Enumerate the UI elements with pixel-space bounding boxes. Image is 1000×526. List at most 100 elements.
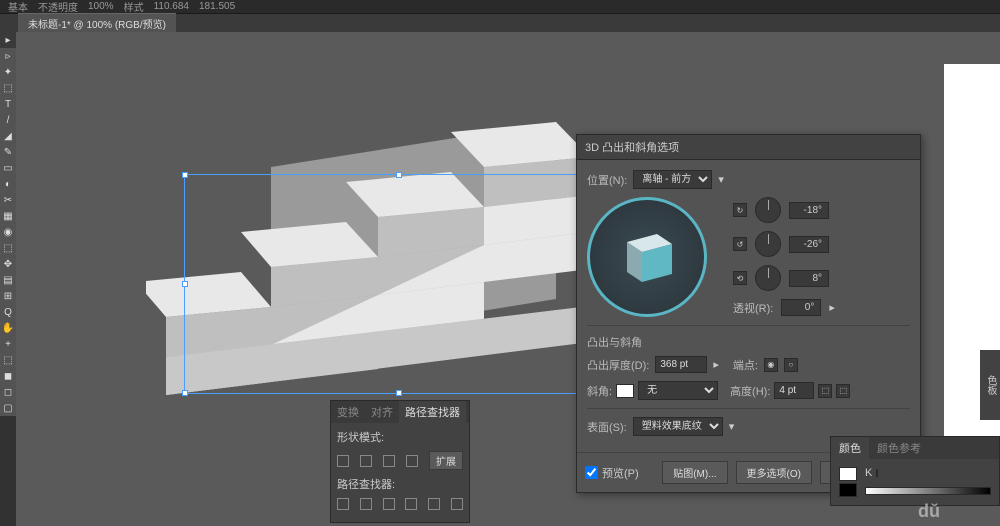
crop-icon[interactable] [405,498,417,510]
stepper-icon[interactable]: ▸ [829,301,835,314]
direct-selection-tool[interactable]: ▹ [0,48,16,64]
grayscale-slider[interactable] [865,487,991,495]
selection-tool[interactable]: ▸ [0,32,16,48]
rotation-z-value[interactable]: 8° [789,270,829,287]
tab-color[interactable]: 颜色 [831,437,869,459]
rotation-y-dial[interactable] [755,231,781,257]
tab-pathfinder[interactable]: 路径查找器 [399,401,466,423]
tab-transform[interactable]: 变换 [331,401,365,423]
rectangle-tool[interactable]: ▭ [0,160,16,176]
tab-color-guide[interactable]: 颜色参考 [869,437,929,459]
dialog-title: 3D 凸出和斜角选项 [577,135,920,160]
surface-label: 表面(S): [587,419,627,435]
graph-tool[interactable]: ◻ [0,384,16,400]
perspective-label: 透视(R): [733,300,773,316]
swatches-collapsed-panel[interactable]: 色板 [980,350,1000,420]
axis-y-icon: ↺ [733,237,747,251]
line-tool[interactable]: / [0,112,16,128]
depth-input[interactable] [655,356,707,373]
pen-tool[interactable]: ◢ [0,128,16,144]
cap-off-icon[interactable]: ○ [784,358,798,372]
free-transform-tool[interactable]: ✥ [0,256,16,272]
bevel-in-icon[interactable]: ⬚ [818,384,832,398]
bbox-handle-tc[interactable] [396,172,402,178]
blend-tool[interactable]: ⬚ [0,352,16,368]
intersect-icon[interactable] [383,455,395,467]
bbox-handle-tl[interactable] [182,172,188,178]
height-input[interactable] [774,382,814,399]
trim-icon[interactable] [360,498,372,510]
magic-wand-tool[interactable]: ✦ [0,64,16,80]
position-label: 位置(N): [587,172,627,188]
preview-checkbox[interactable]: 预览(P) [585,465,639,481]
bevel-out-icon[interactable]: ⬚ [836,384,850,398]
opt-item: 样式 [124,0,144,14]
scissors-tool[interactable]: ✂ [0,192,16,208]
document-tabs: 未标题-1* @ 100% (RGB/预览) [0,14,1000,32]
merge-icon[interactable] [383,498,395,510]
rotation-x-value[interactable]: -18° [789,202,829,219]
rotation-z-dial[interactable] [755,265,781,291]
fill-swatch[interactable] [839,467,857,481]
options-bar: 基本 不透明度 100% 样式 110.684 181.505 [0,0,1000,14]
more-options-button[interactable]: 更多选项(O) [736,461,812,484]
type-tool[interactable]: T [0,96,16,112]
surface-select[interactable]: 塑料效果底纹 [633,417,723,436]
stroke-swatch[interactable] [839,483,857,497]
color-slider[interactable] [876,469,878,477]
bbox-handle-bl[interactable] [182,390,188,396]
brush-tool[interactable]: ◐ [0,176,16,192]
selection-bounding-box[interactable] [184,174,614,394]
perspective-value[interactable]: 0° [781,299,821,316]
height-label: 高度(H): [730,383,770,399]
rotation-preview-cube[interactable] [587,197,707,317]
toolbox: ▸ ▹ ✦ ⬚ T / ◢ ✎ ▭ ◐ ✂ ▦ ◉ ⬚ ✥ ▤ ⊞ Q ✋ + … [0,32,16,416]
divide-icon[interactable] [337,498,349,510]
shape-mode-label: 形状模式: [337,429,384,445]
unite-icon[interactable] [337,455,349,467]
rotation-y-value[interactable]: -26° [789,236,829,253]
stepper-icon[interactable]: ▸ [713,358,719,371]
color-panel: 颜色 颜色参考 K [830,436,1000,506]
eyedropper-tool[interactable]: + [0,336,16,352]
cap-on-icon[interactable]: ◉ [764,358,778,372]
shape-builder-tool[interactable]: ▤ [0,272,16,288]
document-tab[interactable]: 未标题-1* @ 100% (RGB/预览) [18,13,176,33]
scale-tool[interactable]: ◉ [0,224,16,240]
opt-item: 100% [88,1,114,12]
rotate-tool[interactable]: ▦ [0,208,16,224]
opt-item: 基本 [8,0,28,14]
lasso-tool[interactable]: ⬚ [0,80,16,96]
gradient-tool[interactable]: ✋ [0,320,16,336]
pencil-tool[interactable]: ✎ [0,144,16,160]
exclude-icon[interactable] [406,455,418,467]
map-art-button[interactable]: 贴图(M)... [662,461,727,484]
color-mode-label: K [865,467,872,479]
bbox-handle-ml[interactable] [182,281,188,287]
perspective-tool[interactable]: ⊞ [0,288,16,304]
opt-item: 不透明度 [38,0,78,14]
dropdown-icon: ▾ [718,173,724,186]
position-select[interactable]: 离轴 - 前方 [633,170,712,189]
bevel-label: 斜角: [587,383,612,399]
mesh-tool[interactable]: Q [0,304,16,320]
depth-label: 凸出厚度(D): [587,357,649,373]
symbol-tool[interactable]: ◼ [0,368,16,384]
preview-check-input[interactable] [585,466,598,479]
bevel-swatch [616,384,634,398]
axis-z-icon: ⟲ [733,271,747,285]
tab-align[interactable]: 对齐 [365,401,399,423]
opt-item: 110.684 [154,1,189,12]
minus-front-icon[interactable] [360,455,372,467]
rotation-x-dial[interactable] [755,197,781,223]
expand-button[interactable]: 扩展 [429,451,463,470]
extrude-section-title: 凸出与斜角 [587,325,910,350]
cap-label: 端点: [733,357,758,373]
outline-icon[interactable] [428,498,440,510]
minus-back-icon[interactable] [451,498,463,510]
bevel-select[interactable]: 无 [638,381,718,400]
dropdown-icon: ▾ [729,420,735,433]
artboard-tool[interactable]: ▢ [0,400,16,416]
width-tool[interactable]: ⬚ [0,240,16,256]
bbox-handle-bc[interactable] [396,390,402,396]
